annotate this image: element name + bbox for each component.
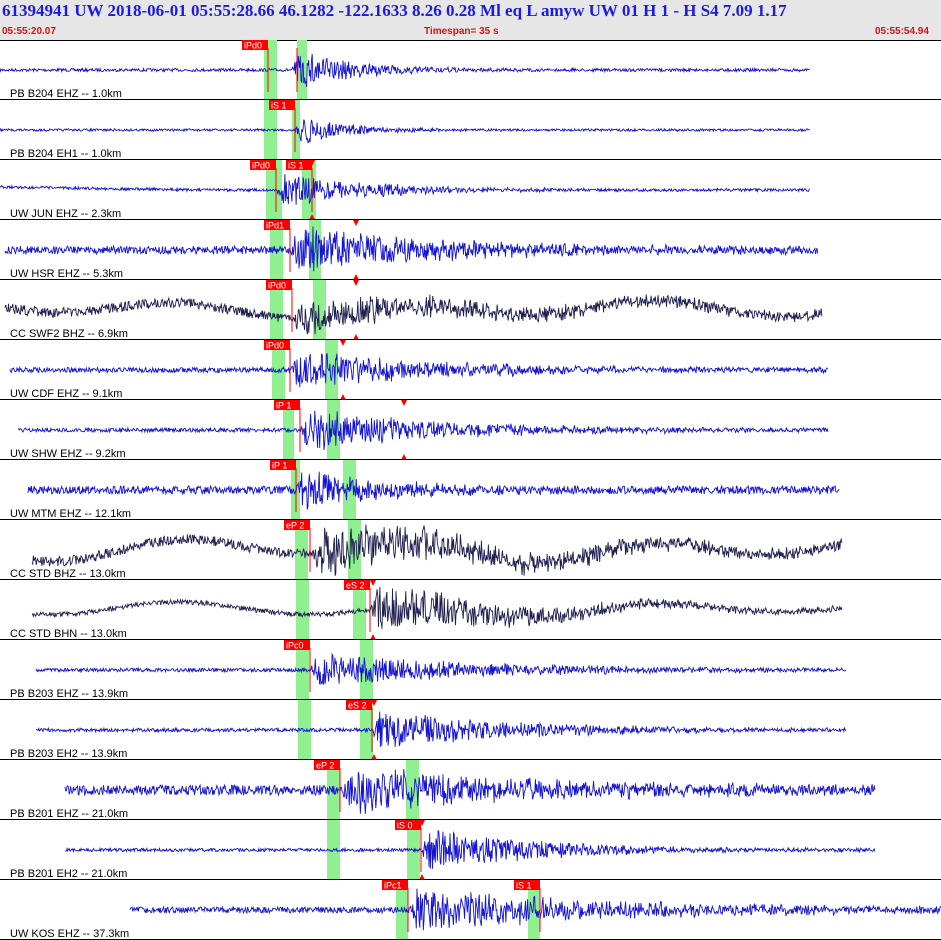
pick-triangle-top: [353, 280, 359, 286]
pick-label: iPd0: [266, 341, 284, 351]
pick-triangle-top: [340, 340, 346, 346]
waveform: [31, 524, 843, 576]
pick-triangle-top: [370, 580, 376, 586]
trace-row[interactable]: eP 2 CC STD BHZ -- 13.0km: [0, 520, 941, 580]
pick-label: eS 2: [348, 701, 367, 711]
waveform: [0, 174, 810, 205]
pick-label: iPd1: [266, 221, 284, 231]
trace-row[interactable]: iS 1 PB B204 EH1 -- 1.0km: [0, 100, 941, 160]
pick-label: iS 1: [288, 161, 304, 171]
trace-row[interactable]: iPd1 UW HSR EHZ -- 5.3km: [0, 220, 941, 280]
station-label: UW SHW EHZ -- 9.2km: [10, 448, 126, 460]
waveform: [64, 830, 876, 869]
pick-label: iP 1: [276, 401, 291, 411]
pick-label: eP 2: [286, 521, 304, 531]
waveform: [4, 226, 819, 272]
event-summary: 61394941 UW 2018-06-01 05:55:28.66 46.12…: [2, 1, 787, 20]
station-label: UW JUN EHZ -- 2.3km: [10, 208, 121, 220]
end-time: 05:55:54.94: [875, 26, 929, 37]
seismogram-panel[interactable]: iPd0 PB B204 EHZ -- 1.0km iS 1 PB B204 EH1 …: [0, 40, 941, 940]
trace-row[interactable]: iP 1 UW MTM EHZ -- 12.1km: [0, 460, 941, 520]
station-label: PB B204 EH1 -- 1.0km: [10, 148, 121, 160]
waveform: [0, 119, 810, 144]
waveform: [31, 586, 843, 629]
station-label: UW HSR EHZ -- 5.3km: [10, 268, 123, 280]
station-label: PB B201 EH2 -- 21.0km: [10, 868, 127, 880]
timespan: Timespan= 35 s: [424, 26, 499, 37]
pick-label: eP 2: [316, 761, 334, 771]
waveform: [0, 54, 811, 88]
waveform: [64, 769, 876, 814]
event-header: 61394941 UW 2018-06-01 05:55:28.66 46.12…: [0, 0, 941, 41]
trace-row[interactable]: iPd0 UW CDF EHZ -- 9.1km: [0, 340, 941, 400]
pick-label: iP 1: [272, 461, 287, 471]
waveform: [27, 471, 840, 510]
trace-row[interactable]: eS 2 PB B203 EH2 -- 13.9km: [0, 700, 941, 760]
pick-label: iPd0: [252, 161, 270, 171]
station-label: PB B201 EHZ -- 21.0km: [10, 808, 128, 820]
station-label: UW KOS EHZ -- 37.3km: [10, 928, 129, 940]
trace-row[interactable]: eP 2 PB B201 EHZ -- 21.0km: [0, 760, 941, 820]
pick-label: eS 2: [346, 581, 365, 591]
trace-row[interactable]: iPd0 iS 1 UW JUN EHZ -- 2.3km: [0, 160, 941, 220]
waveform: [35, 652, 847, 685]
trace-row[interactable]: iPc0 PB B203 EHZ -- 13.9km: [0, 640, 941, 700]
pick-triangle-top: [401, 400, 407, 406]
trace-row[interactable]: iS 0 PB B201 EH2 -- 21.0km: [0, 820, 941, 880]
trace-row[interactable]: eS 2 CC STD BHN -- 13.0km: [0, 580, 941, 640]
waveform: [17, 410, 829, 450]
station-label: UW CDF EHZ -- 9.1km: [10, 388, 122, 400]
trace-row[interactable]: iPd0 PB B204 EHZ -- 1.0km: [0, 40, 941, 100]
pick-label: iPd0: [244, 41, 262, 51]
analysis-window: [296, 580, 309, 640]
station-label: PB B203 EH2 -- 13.9km: [10, 748, 127, 760]
waveform: [9, 353, 828, 388]
station-label: UW MTM EHZ -- 12.1km: [10, 508, 131, 520]
station-label: CC STD BHZ -- 13.0km: [10, 568, 126, 580]
pick-label: iPd0: [268, 281, 286, 291]
trace-row[interactable]: iP 1 UW SHW EHZ -- 9.2km: [0, 400, 941, 460]
pick-label: iS 1: [271, 101, 287, 111]
trace-row[interactable]: iPd0 CC SWF2 BHZ -- 6.9km: [0, 280, 941, 340]
trace-row[interactable]: iPc1 iS 1 UW KOS EHZ -- 37.3km: [0, 880, 941, 940]
pick-label: iS 1: [516, 881, 532, 891]
pick-label: iPc0: [286, 641, 304, 651]
station-label: PB B204 EHZ -- 1.0km: [10, 88, 122, 100]
start-time: 05:55:20.07: [2, 26, 56, 37]
analysis-window: [325, 340, 338, 400]
pick-label: iPc1: [384, 881, 402, 891]
pick-label: iS 0: [397, 821, 413, 831]
station-label: PB B203 EHZ -- 13.9km: [10, 688, 128, 700]
station-label: CC STD BHN -- 13.0km: [10, 628, 127, 640]
station-label: CC SWF2 BHZ -- 6.9km: [10, 328, 128, 340]
pick-triangle-top: [353, 220, 359, 226]
waveform: [35, 711, 847, 748]
